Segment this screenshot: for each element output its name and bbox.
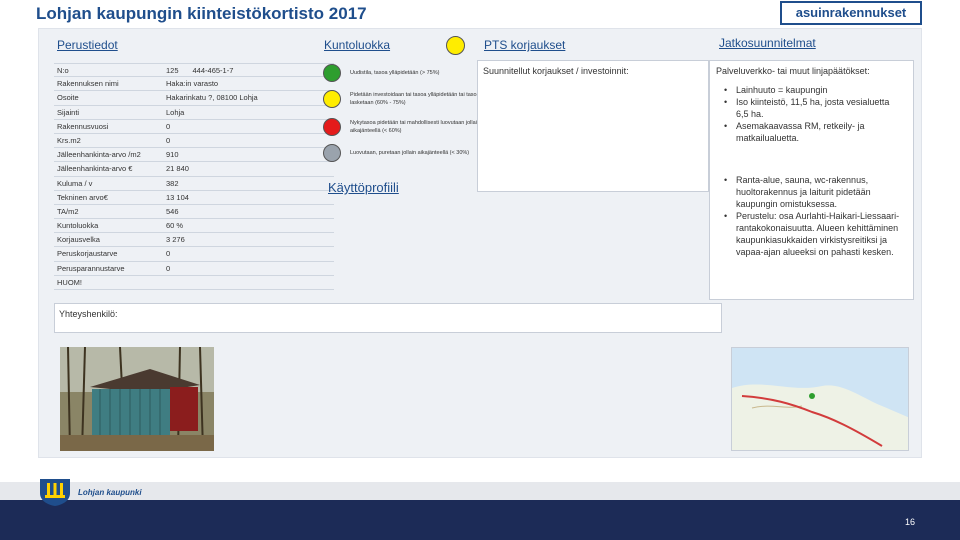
info-label: Sijainti xyxy=(57,107,80,117)
contact-label: Yhteyshenkilö: xyxy=(59,309,118,319)
info-table: N:o 125 444-465-1-7 Rakennuksen nimi Haka:in… xyxy=(54,63,334,290)
info-value: 910 xyxy=(166,150,179,160)
table-row: Rakennuksen nimi Haka:in varasto xyxy=(54,77,334,92)
info-label: HUOM! xyxy=(57,277,82,287)
status-dot-icon xyxy=(323,144,341,162)
legend-text: Luovutaan, puretaan jollain aikajänteell… xyxy=(350,150,470,156)
legend-text: Nykytasoa pidetään tai mahdollisesti luo… xyxy=(350,120,480,134)
location-map xyxy=(731,347,909,451)
info-value: 21 840 xyxy=(166,164,189,174)
status-dot-icon xyxy=(323,90,341,108)
pts-text: Suunnitellut korjaukset / investoinnit: xyxy=(483,66,629,76)
table-row: N:o 125 444-465-1-7 xyxy=(54,63,334,78)
info-value: 125 444-465-1-7 xyxy=(166,66,234,75)
table-row: HUOM! xyxy=(54,276,334,290)
info-label: Perusparannustarve xyxy=(57,263,125,273)
legend-text: Pidetään investoidaan tai tasoa ylläpide… xyxy=(350,92,480,106)
slide-number: 16 xyxy=(905,517,916,527)
legend-item: Luovutaan, puretaan jollain aikajänteell… xyxy=(323,144,480,162)
pts-box xyxy=(477,60,709,192)
table-row: Osoite Hakarinkatu ?, 08100 Lohja xyxy=(54,91,334,106)
plans-list-1: Lainhuuto = kaupunginIso kiinteistö, 11,… xyxy=(724,84,904,144)
list-item: Ranta-alue, sauna, wc-rakennus, huoltora… xyxy=(724,174,904,210)
list-item: Iso kiinteistö, 11,5 ha, josta vesialuet… xyxy=(724,96,904,120)
plans-title: Jatkosuunnitelmat xyxy=(719,36,816,50)
legend-text: Uudistila, tasoa ylläpidetään (> 75%) xyxy=(350,70,440,76)
condition-title: Kuntoluokka xyxy=(324,38,391,52)
table-row: Peruskorjaustarve 0 xyxy=(54,247,334,262)
page-title: Lohjan kaupungin kiinteistökortisto 2017 xyxy=(36,4,367,23)
info-value: 0 xyxy=(166,121,171,131)
info-label: Jälleenhankinta-arvo € xyxy=(57,164,133,174)
table-row: Krs.m2 0 xyxy=(54,134,334,149)
info-label: Rakennuksen nimi xyxy=(57,79,119,89)
info-label: Kuntoluokka xyxy=(57,221,99,231)
info-label: Jälleenhankinta-arvo /m2 xyxy=(57,150,141,160)
list-item: Perustelu: osa Aurlahti-Haikari-Liessaar… xyxy=(724,210,904,258)
status-dot-icon xyxy=(323,118,341,136)
table-row: Korjausvelka 3 276 xyxy=(54,233,334,248)
info-value: 0 xyxy=(166,263,171,273)
status-dot-icon xyxy=(323,64,341,82)
table-row: Kuntoluokka 60 % xyxy=(54,219,334,234)
info-label: Tekninen arvo€ xyxy=(57,192,108,202)
info-value: 13 104 xyxy=(166,192,189,202)
contact-field: Yhteyshenkilö: xyxy=(54,303,722,333)
category-tag-button[interactable]: asuinrakennukset xyxy=(780,1,922,25)
usage-profile-title: Käyttöprofiili xyxy=(328,180,399,195)
legend-item: Uudistila, tasoa ylläpidetään (> 75%) xyxy=(323,64,480,82)
legend-item: Pidetään investoidaan tai tasoa ylläpide… xyxy=(323,90,480,108)
info-label: Kuluma / v xyxy=(57,178,93,188)
building-photo xyxy=(60,347,214,451)
list-item: Asemakaavassa RM, retkeily- ja matkailua… xyxy=(724,120,904,144)
footer-divider xyxy=(0,482,960,500)
plans-list-2: Ranta-alue, sauna, wc-rakennus, huoltora… xyxy=(724,174,904,258)
table-row: Kuluma / v 382 xyxy=(54,177,334,191)
info-label: N:o xyxy=(57,66,69,75)
info-value xyxy=(166,276,334,289)
table-row: Jälleenhankinta-arvo € 21 840 xyxy=(54,162,334,177)
pts-title: PTS korjaukset xyxy=(484,38,566,52)
legend-item: Nykytasoa pidetään tai mahdollisesti luo… xyxy=(323,118,480,136)
footer-bar xyxy=(0,500,960,540)
info-value: 60 % xyxy=(166,221,184,231)
info-label: Krs.m2 xyxy=(57,135,81,145)
info-label: Rakennusvuosi xyxy=(57,121,109,131)
table-row: Sijainti Lohja xyxy=(54,106,334,120)
info-value: Hakarinkatu ?, 08100 Lohja xyxy=(166,93,258,103)
table-row: Perusparannustarve 0 xyxy=(54,262,334,276)
table-row: TA/m2 546 xyxy=(54,205,334,220)
info-label: TA/m2 xyxy=(57,206,79,216)
table-row: Jälleenhankinta-arvo /m2 910 xyxy=(54,148,334,163)
city-logo: Lohjan kaupunki xyxy=(38,477,142,507)
info-value: 382 xyxy=(166,178,179,188)
info-label: Korjausvelka xyxy=(57,235,100,245)
plans-lead: Palveluverkko- tai muut linjapäätökset: xyxy=(716,66,870,76)
info-value: 0 xyxy=(166,135,171,145)
info-label: Osoite xyxy=(57,93,79,103)
list-item: Lainhuuto = kaupungin xyxy=(724,84,904,96)
basic-info-title: Perustiedot xyxy=(57,38,118,52)
condition-grade-indicator xyxy=(446,36,465,55)
logo-text: Lohjan kaupunki xyxy=(78,487,142,497)
info-value: 3 276 xyxy=(166,235,185,245)
city-crest-icon xyxy=(40,479,70,506)
info-value: 0 xyxy=(166,249,171,259)
table-row: Tekninen arvo€ 13 104 xyxy=(54,191,334,205)
info-value: Haka:in varasto xyxy=(166,79,219,89)
info-value-secondary: 444-465-1-7 xyxy=(192,66,234,75)
table-row: Rakennusvuosi 0 xyxy=(54,120,334,134)
info-value: 546 xyxy=(166,206,179,216)
info-label: Peruskorjaustarve xyxy=(57,249,118,259)
info-value: Lohja xyxy=(166,107,185,117)
